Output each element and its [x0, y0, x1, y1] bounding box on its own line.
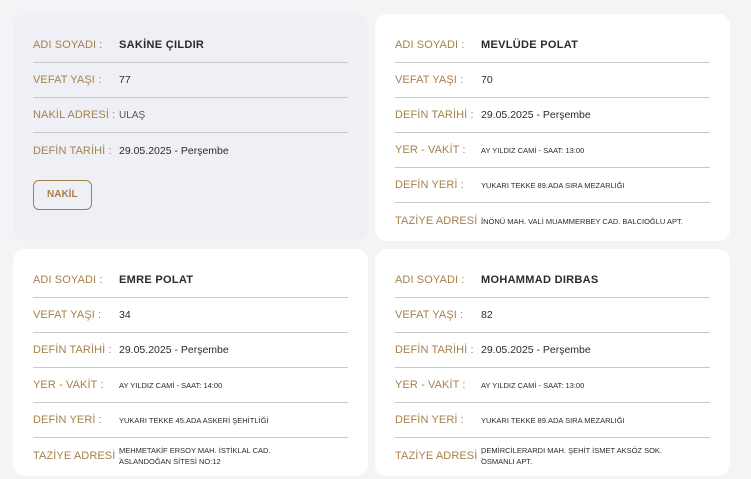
address-row: NAKİL ADRESİ : ULAŞ [33, 98, 348, 133]
age-row: VEFAT YAŞI : 70 [395, 63, 710, 98]
burial-date-value: 29.05.2025 - Perşembe [481, 109, 591, 121]
name-label: ADI SOYADI : [33, 274, 103, 286]
burial-date-value: 29.05.2025 - Perşembe [481, 344, 591, 356]
name-value: MOHAMMAD DIRBAS [481, 274, 599, 286]
age-label: VEFAT YAŞI : [33, 309, 102, 321]
burial-place-label: DEFİN YERİ : [395, 414, 464, 426]
burial-place-value: YUKARI TEKKE 89.ADA SIRA MEZARLIĞI [481, 180, 625, 190]
burial-date-value: 29.05.2025 - Perşembe [119, 344, 229, 356]
burial-date-row: DEFİN TARİHİ : 29.05.2025 - Perşembe [33, 333, 348, 368]
burial-date-row: DEFİN TARİHİ : 29.05.2025 - Perşembe [395, 98, 710, 133]
burial-date-label: DEFİN TARİHİ : [395, 344, 474, 356]
name-value: MEVLÜDE POLAT [481, 39, 579, 51]
age-value: 34 [119, 309, 131, 321]
age-value: 82 [481, 309, 493, 321]
place-time-row: YER - VAKİT : AY YILDIZ CAMİ - SAAT: 14:… [33, 368, 348, 403]
name-row: ADI SOYADI : MOHAMMAD DIRBAS [395, 263, 710, 298]
age-label: VEFAT YAŞI : [33, 74, 102, 86]
age-label: VEFAT YAŞI : [395, 309, 464, 321]
age-label: VEFAT YAŞI : [395, 74, 464, 86]
condolence-label: TAZİYE ADRESİ : [395, 215, 484, 227]
name-value: SAKİNE ÇILDIR [119, 39, 205, 51]
burial-date-row: DEFİN TARİHİ : 29.05.2025 - Perşembe [395, 333, 710, 368]
obituary-card: ADI SOYADI : SAKİNE ÇILDIR VEFAT YAŞI : … [13, 14, 368, 241]
name-row: ADI SOYADI : SAKİNE ÇILDIR [33, 28, 348, 63]
burial-place-row: DEFİN YERİ : YUKARI TEKKE 89.ADA SIRA ME… [395, 403, 710, 438]
name-value: EMRE POLAT [119, 274, 194, 286]
name-label: ADI SOYADI : [33, 39, 103, 51]
burial-place-row: DEFİN YERİ : YUKARI TEKKE 89.ADA SIRA ME… [395, 168, 710, 203]
condolence-value: MEHMETAKİF ERSOY MAH. İSTİKLAL CAD. ASLA… [119, 446, 271, 466]
burial-place-label: DEFİN YERİ : [33, 414, 102, 426]
burial-place-value: YUKARI TEKKE 89.ADA SIRA MEZARLIĞI [481, 415, 625, 425]
condolence-value: İNÖNÜ MAH. VALİ MUAMMERBEY CAD. BALCIOĞL… [481, 216, 683, 226]
burial-date-value: 29.05.2025 - Perşembe [119, 144, 229, 157]
condolence-label: TAZİYE ADRESİ : [395, 450, 484, 462]
burial-place-label: DEFİN YERİ : [395, 179, 464, 191]
name-row: ADI SOYADI : EMRE POLAT [33, 263, 348, 298]
place-time-label: YER - VAKİT : [395, 379, 466, 391]
obituary-card: ADI SOYADI : EMRE POLAT VEFAT YAŞI : 34 … [13, 249, 368, 476]
condolence-row: TAZİYE ADRESİ : İNÖNÜ MAH. VALİ MUAMMERB… [395, 203, 710, 239]
burial-date-label: DEFİN TARİHİ : [33, 144, 112, 157]
obituary-card: ADI SOYADI : MOHAMMAD DIRBAS VEFAT YAŞI … [375, 249, 730, 476]
place-time-row: YER - VAKİT : AY YILDIZ CAMİ - SAAT: 13:… [395, 133, 710, 168]
condolence-label: TAZİYE ADRESİ : [33, 450, 122, 462]
burial-date-label: DEFİN TARİHİ : [395, 109, 474, 121]
place-time-row: YER - VAKİT : AY YILDIZ CAMİ - SAAT: 13:… [395, 368, 710, 403]
place-time-value: AY YILDIZ CAMİ - SAAT: 14:00 [119, 380, 223, 390]
age-row: VEFAT YAŞI : 34 [33, 298, 348, 333]
address-value: ULAŞ [119, 109, 146, 121]
condolence-value: DEMİRCİLERARDI MAH. ŞEHİT İSMET AKSÖZ SO… [481, 446, 663, 466]
burial-date-row: DEFİN TARİHİ : 29.05.2025 - Perşembe [33, 133, 348, 168]
name-label: ADI SOYADI : [395, 274, 465, 286]
place-time-label: YER - VAKİT : [33, 379, 104, 391]
place-time-label: YER - VAKİT : [395, 144, 466, 156]
name-label: ADI SOYADI : [395, 39, 465, 51]
name-row: ADI SOYADI : MEVLÜDE POLAT [395, 28, 710, 63]
place-time-value: AY YILDIZ CAMİ - SAAT: 13:00 [481, 145, 585, 155]
transfer-button[interactable]: NAKİL [33, 180, 92, 210]
burial-place-row: DEFİN YERİ : YUKARI TEKKE 45.ADA ASKERİ … [33, 403, 348, 438]
age-row: VEFAT YAŞI : 82 [395, 298, 710, 333]
burial-date-label: DEFİN TARİHİ : [33, 344, 112, 356]
burial-place-value: YUKARI TEKKE 45.ADA ASKERİ ŞEHİTLİĞİ [119, 415, 269, 425]
condolence-row: TAZİYE ADRESİ : DEMİRCİLERARDI MAH. ŞEHİ… [395, 438, 710, 474]
condolence-row: TAZİYE ADRESİ : MEHMETAKİF ERSOY MAH. İS… [33, 438, 348, 474]
place-time-value: AY YILDIZ CAMİ - SAAT: 13:00 [481, 380, 585, 390]
age-value: 70 [481, 74, 493, 86]
address-label: NAKİL ADRESİ : [33, 109, 116, 121]
age-row: VEFAT YAŞI : 77 [33, 63, 348, 98]
age-value: 77 [119, 74, 131, 86]
obituary-card: ADI SOYADI : MEVLÜDE POLAT VEFAT YAŞI : … [375, 14, 730, 241]
